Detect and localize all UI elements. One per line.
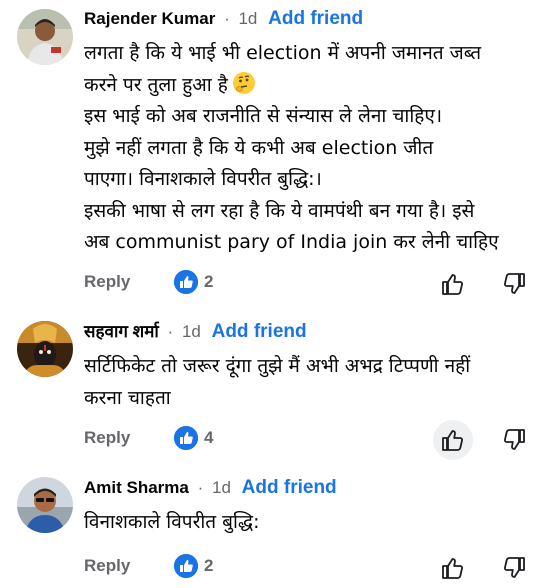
- comment-text: सर्टिफिकेट तो जरूर दूंगा तुझे मैं अभी अभ…: [84, 351, 540, 414]
- author-name[interactable]: Amit Sharma: [84, 478, 189, 497]
- comment-actions: Reply 2: [84, 548, 540, 588]
- like-count: 2: [204, 272, 214, 291]
- comment-line: करने पर तुला हुआ है: [84, 73, 228, 96]
- comment-line: अब communist pary of India join कर लेनी …: [84, 231, 499, 253]
- comment-actions: Reply 4: [84, 420, 540, 460]
- reply-button[interactable]: Reply: [84, 556, 130, 576]
- like-button[interactable]: [433, 420, 473, 460]
- thumbs-up-outline-icon: [442, 558, 463, 579]
- thumbs-up-badge-icon: [174, 554, 198, 578]
- comment-line: इसकी भाषा से लग रहा है कि ये वामपंथी बन …: [84, 199, 475, 222]
- comment-line: पाएगा। विनाशकाले विपरीत बुद्धि:।: [84, 168, 322, 190]
- like-count: 4: [204, 428, 214, 447]
- comment-actions: Reply 2: [84, 264, 540, 304]
- thumbs-up-badge-icon: [174, 270, 198, 294]
- comment-line-with-emoji: करने पर तुला हुआ है: [84, 70, 540, 102]
- avatar[interactable]: [17, 9, 73, 65]
- separator: ·: [224, 9, 230, 28]
- add-friend-button[interactable]: Add friend: [212, 321, 307, 342]
- thumbs-down-outline-icon: [504, 429, 525, 450]
- dislike-button[interactable]: [494, 264, 534, 304]
- thinking-face-emoji-icon: [232, 71, 255, 94]
- comment-line: विनाशकाले विपरीत बुद्धि:: [84, 511, 260, 533]
- comment-text: लगता है कि ये भाई भी election में अपनी ज…: [84, 38, 540, 259]
- comment-line: करना चाहता: [84, 386, 171, 409]
- timestamp[interactable]: 1d: [238, 9, 257, 28]
- thumbs-up-outline-icon: [442, 430, 463, 451]
- dislike-button[interactable]: [494, 420, 534, 460]
- comment-line: सर्टिफिकेट तो जरूर दूंगा तुझे मैं अभी अभ…: [84, 355, 471, 377]
- thumbs-up-badge-icon: [174, 426, 198, 450]
- add-friend-button[interactable]: Add friend: [268, 8, 363, 29]
- separator: ·: [167, 322, 174, 341]
- comment-line: लगता है कि ये भाई भी election में अपनी ज…: [84, 42, 482, 64]
- thumbs-down-outline-icon: [504, 273, 525, 294]
- author-name[interactable]: सहवाग शर्मा: [84, 322, 159, 341]
- add-friend-button[interactable]: Add friend: [242, 477, 337, 498]
- separator: ·: [197, 478, 204, 497]
- thumbs-up-outline-icon: [442, 274, 463, 295]
- reply-button[interactable]: Reply: [84, 272, 130, 292]
- like-count: 2: [204, 556, 214, 575]
- avatar[interactable]: [17, 477, 73, 533]
- comment-header: सहवाग शर्मा · 1d Add friend: [84, 321, 307, 343]
- comment-header: Rajender Kumar · 1d Add friend: [84, 8, 363, 30]
- comment-header: Amit Sharma · 1d Add friend: [84, 477, 337, 499]
- thumbs-down-outline-icon: [504, 557, 525, 578]
- comment-text: विनाशकाले विपरीत बुद्धि:: [84, 507, 540, 539]
- timestamp[interactable]: 1d: [212, 478, 231, 497]
- avatar[interactable]: [17, 321, 73, 377]
- comment-line: मुझे नहीं लगता है कि ये कभी अब election …: [84, 136, 434, 159]
- like-button[interactable]: [433, 264, 473, 304]
- comment-line: इस भाई को अब राजनीति से संन्यास ले लेना …: [84, 105, 443, 127]
- reply-button[interactable]: Reply: [84, 428, 130, 448]
- timestamp[interactable]: 1d: [182, 322, 201, 341]
- dislike-button[interactable]: [494, 548, 534, 588]
- like-button[interactable]: [433, 548, 473, 588]
- author-name[interactable]: Rajender Kumar: [84, 9, 215, 28]
